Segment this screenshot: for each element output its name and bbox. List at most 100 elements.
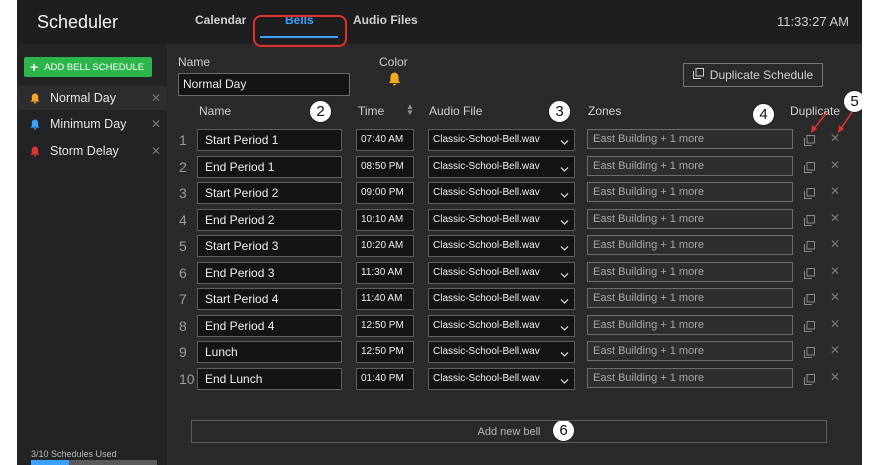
close-icon[interactable]: ✕ — [830, 343, 840, 357]
zones-field[interactable]: East Building + 1 more — [587, 261, 793, 282]
bell-icon[interactable] — [388, 72, 401, 91]
close-icon[interactable]: ✕ — [830, 290, 840, 304]
bell-time-input[interactable]: 07:40 AM — [356, 129, 414, 151]
close-icon[interactable]: ✕ — [830, 211, 840, 225]
table-row: 4 End Period 2 10:10 AM Classic-School-Bell… — [167, 207, 862, 233]
audio-file-value: Classic-School-Bell.wav — [433, 319, 540, 331]
table-row: 8 End Period 4 12:50 PM Classic-School-Bell… — [167, 313, 862, 339]
close-icon[interactable]: ✕ — [151, 91, 161, 105]
bell-time-input[interactable]: 12:50 PM — [356, 341, 414, 363]
close-icon[interactable]: ✕ — [830, 184, 840, 198]
close-icon[interactable]: ✕ — [830, 370, 840, 384]
close-icon[interactable]: ✕ — [830, 158, 840, 172]
callout-3: 3 — [548, 100, 571, 123]
callout-4: 4 — [752, 103, 775, 126]
tab-calendar[interactable]: Calendar — [195, 13, 246, 27]
top-bar: Scheduler Calendar Bells Audio Files 11:… — [17, 0, 862, 44]
copy-icon[interactable] — [804, 372, 815, 390]
bell-name-input[interactable]: Start Period 1 — [197, 129, 342, 151]
bell-name-input[interactable]: Lunch — [197, 341, 342, 363]
bell-name-input[interactable]: End Lunch — [197, 367, 342, 390]
audio-file-select[interactable]: Classic-School-Bell.wav — [428, 235, 575, 257]
add-bell-schedule-button[interactable]: + ADD BELL SCHEDULE — [24, 57, 152, 77]
close-icon[interactable]: ✕ — [151, 117, 161, 131]
audio-file-select[interactable]: Classic-School-Bell.wav — [428, 341, 575, 363]
schedule-name-input[interactable]: Normal Day — [178, 73, 350, 96]
bell-name-input[interactable]: End Period 4 — [197, 314, 342, 337]
tab-audio-files[interactable]: Audio Files — [353, 13, 418, 27]
zones-field[interactable]: East Building + 1 more — [587, 367, 793, 388]
column-header-zones: Zones — [588, 104, 622, 118]
close-icon[interactable]: ✕ — [830, 131, 840, 145]
row-number: 6 — [179, 264, 187, 281]
zones-field[interactable]: East Building + 1 more — [587, 235, 793, 255]
bell-time-input[interactable]: 12:50 PM — [356, 314, 414, 337]
duplicate-schedule-button[interactable]: Duplicate Schedule — [683, 63, 823, 87]
zones-field[interactable]: East Building + 1 more — [587, 182, 793, 202]
bell-name-input[interactable]: End Period 2 — [197, 208, 342, 231]
table-row: 10 End Lunch 01:40 PM Classic-School-Bell.w… — [167, 366, 862, 392]
audio-file-select[interactable]: Classic-School-Bell.wav — [428, 288, 575, 310]
table-row: 7 Start Period 4 11:40 AM Classic-School-Be… — [167, 286, 862, 312]
column-header-time[interactable]: Time — [358, 104, 384, 118]
audio-file-select[interactable]: Classic-School-Bell.wav — [428, 261, 575, 284]
zones-field[interactable]: East Building + 1 more — [587, 129, 793, 149]
copy-icon[interactable] — [804, 292, 815, 310]
audio-file-select[interactable]: Classic-School-Bell.wav — [428, 182, 575, 204]
chevron-down-icon — [560, 347, 569, 367]
bell-time-input[interactable]: 09:00 PM — [356, 182, 414, 204]
audio-file-value: Classic-School-Bell.wav — [433, 346, 540, 357]
audio-file-select[interactable]: Classic-School-Bell.wav — [428, 155, 575, 178]
row-number: 10 — [179, 370, 195, 387]
copy-icon[interactable] — [804, 266, 815, 284]
sidebar-item-minimum-day[interactable]: Minimum Day ✕ — [17, 112, 167, 136]
audio-file-value: Classic-School-Bell.wav — [433, 160, 540, 172]
zones-field[interactable]: East Building + 1 more — [587, 341, 793, 361]
bell-name-input[interactable]: Start Period 3 — [197, 235, 342, 257]
close-icon[interactable]: ✕ — [151, 144, 161, 158]
close-icon[interactable]: ✕ — [830, 317, 840, 331]
clock: 11:33:27 AM — [776, 14, 849, 29]
copy-icon[interactable] — [804, 213, 815, 231]
bell-time-input[interactable]: 11:40 AM — [356, 288, 414, 310]
bell-time-input[interactable]: 10:10 AM — [356, 208, 414, 231]
schedules-used-label: 3/10 Schedules Used — [31, 449, 117, 459]
zones-field[interactable]: East Building + 1 more — [587, 288, 793, 308]
bell-name-input[interactable]: End Period 3 — [197, 261, 342, 284]
add-new-bell-button[interactable]: Add new bell — [191, 420, 827, 443]
zones-field[interactable]: East Building + 1 more — [587, 314, 793, 335]
copy-icon[interactable] — [804, 160, 815, 178]
row-number: 2 — [179, 158, 187, 175]
row-number: 4 — [179, 211, 187, 228]
audio-file-select[interactable]: Classic-School-Bell.wav — [428, 314, 575, 337]
copy-icon[interactable] — [804, 239, 815, 257]
audio-file-value: Classic-School-Bell.wav — [433, 187, 540, 198]
sort-icon[interactable]: ▲ ▼ — [406, 103, 414, 117]
close-icon[interactable]: ✕ — [830, 237, 840, 251]
chevron-down-icon — [560, 241, 569, 261]
table-row: 6 End Period 3 11:30 AM Classic-School-Bell… — [167, 260, 862, 286]
bell-name-input[interactable]: Start Period 2 — [197, 182, 342, 204]
bell-name-input[interactable]: End Period 1 — [197, 155, 342, 178]
audio-file-select[interactable]: Classic-School-Bell.wav — [428, 208, 575, 231]
copy-icon[interactable] — [804, 345, 815, 363]
sidebar-item-normal-day[interactable]: Normal Day ✕ — [17, 86, 167, 110]
bell-name-input[interactable]: Start Period 4 — [197, 288, 342, 310]
zones-field[interactable]: East Building + 1 more — [587, 208, 793, 229]
copy-icon[interactable] — [804, 133, 815, 151]
bell-time-input[interactable]: 01:40 PM — [356, 367, 414, 390]
bell-time-input[interactable]: 11:30 AM — [356, 261, 414, 284]
bell-time-input[interactable]: 08:50 PM — [356, 155, 414, 178]
duplicate-schedule-label: Duplicate Schedule — [709, 68, 814, 82]
audio-file-select[interactable]: Classic-School-Bell.wav — [428, 367, 575, 390]
bell-time-input[interactable]: 10:20 AM — [356, 235, 414, 257]
sidebar-item-label: Storm Delay — [50, 144, 119, 158]
audio-file-select[interactable]: Classic-School-Bell.wav — [428, 129, 575, 151]
schedule-name-label: Name — [178, 55, 211, 69]
zones-field[interactable]: East Building + 1 more — [587, 155, 793, 176]
close-icon[interactable]: ✕ — [830, 264, 840, 278]
sidebar-item-label: Normal Day — [50, 91, 116, 105]
copy-icon[interactable] — [804, 319, 815, 337]
copy-icon[interactable] — [804, 186, 815, 204]
sidebar-item-storm-delay[interactable]: Storm Delay ✕ — [17, 139, 167, 163]
